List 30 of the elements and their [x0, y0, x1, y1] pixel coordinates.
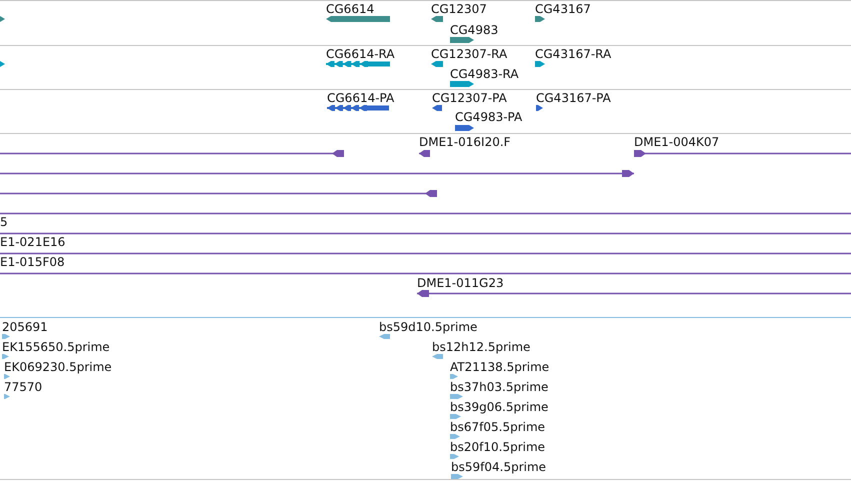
feature-label: CG43167-PA: [536, 91, 611, 105]
feature-label: bs39g06.5prime: [450, 400, 548, 414]
feature-label: bs37h03.5prime: [450, 380, 548, 394]
feature-label: AT21138.5prime: [450, 360, 550, 374]
feature-label: CG4983-RA: [450, 67, 519, 81]
feature-label: E1-015F08: [0, 255, 65, 269]
feature-label: CG6614-PA: [327, 91, 394, 105]
feature-label: E1-021E16: [0, 235, 66, 249]
feature-label: CG12307-RA: [431, 47, 508, 61]
feature-label: EK155650.5prime: [2, 340, 110, 354]
feature-label: DME1-016I20.F: [419, 135, 511, 149]
feature-label: CG4983: [450, 23, 498, 37]
feature-label: CG12307: [431, 2, 487, 16]
feature-label: CG6614: [326, 2, 374, 16]
feature-label: 205691: [2, 320, 48, 334]
feature-label: bs59f04.5prime: [451, 460, 546, 474]
feature-label: CG6614-RA: [326, 47, 395, 61]
feature-label: bs12h12.5prime: [432, 340, 530, 354]
feature-label: bs67f05.5prime: [450, 420, 546, 434]
feature-label: DME1-004K07: [634, 135, 720, 149]
feature-label: 5: [0, 215, 8, 229]
feature-label: CG4983-PA: [455, 110, 522, 124]
feature-label: DME1-011G23: [417, 276, 504, 290]
feature-label: EK069230.5prime: [4, 360, 112, 374]
feature-label: bs59d10.5prime: [379, 320, 478, 334]
feature-label: bs20f10.5prime: [450, 440, 546, 454]
feature-label: CG43167: [535, 2, 591, 16]
feature-label: CG12307-PA: [432, 91, 507, 105]
feature-label: 77570: [4, 380, 42, 394]
feature-label: CG43167-RA: [535, 47, 612, 61]
